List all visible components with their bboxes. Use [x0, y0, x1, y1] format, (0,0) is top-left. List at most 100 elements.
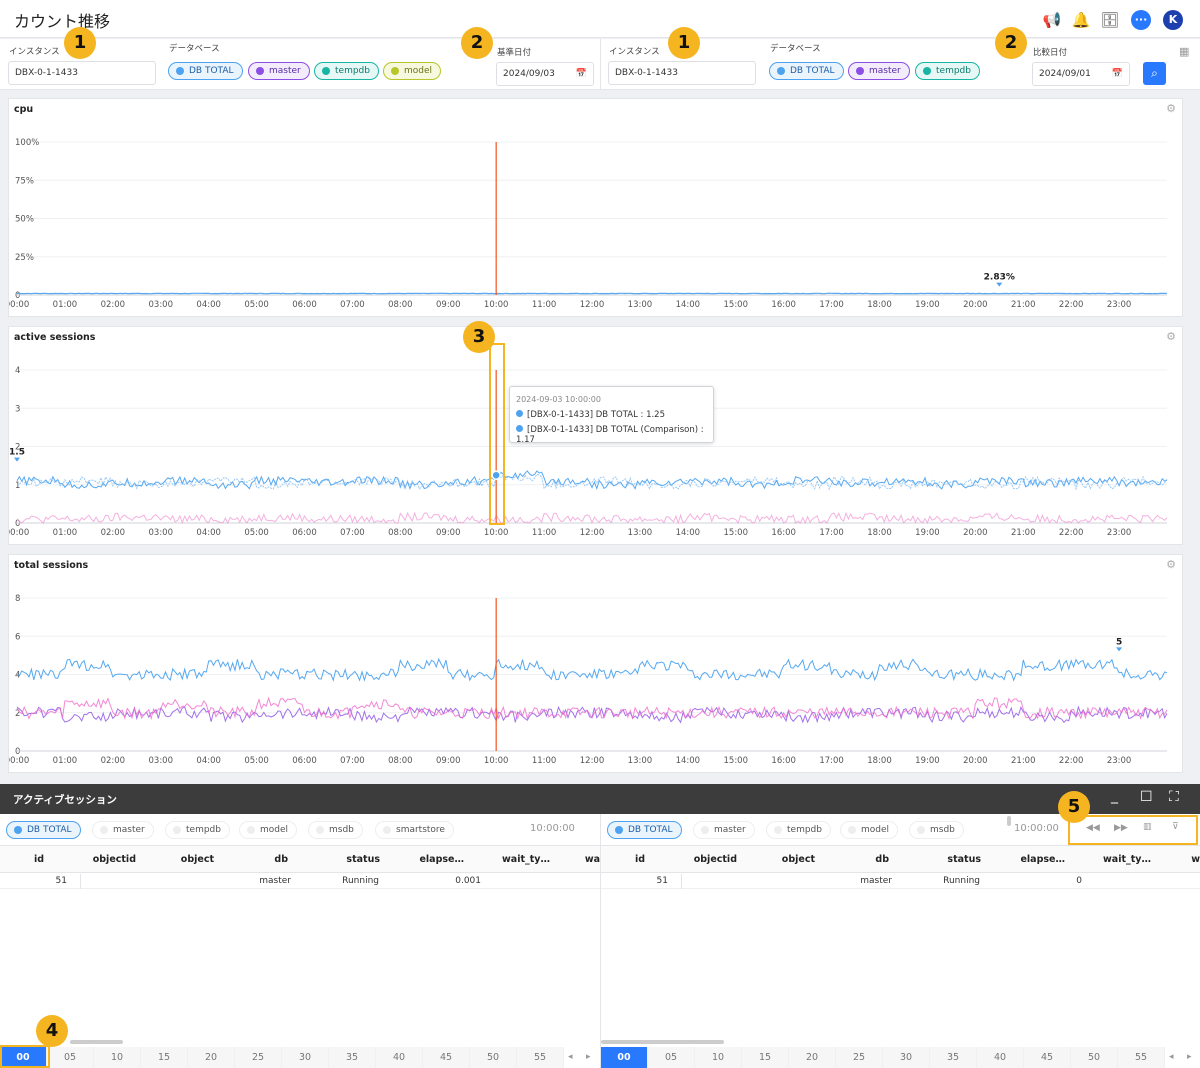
compare-instance-input[interactable]: DBX-0-1-1433 [608, 61, 756, 85]
bell-icon[interactable]: 🔔 [1071, 10, 1091, 30]
minute-tick[interactable]: 50 [1071, 1047, 1118, 1068]
col-header[interactable]: w [1161, 854, 1200, 865]
col-header[interactable]: db [831, 854, 889, 865]
tempdb-dot-icon [923, 67, 931, 75]
chat-icon[interactable]: ··· [1131, 10, 1151, 30]
minute-tick[interactable]: 35 [329, 1047, 376, 1068]
filter-chip-smartstore[interactable]: smartstore [375, 821, 454, 839]
total-sessions-chart[interactable]: 0246800:0001:0002:0003:0004:0005:0006:00… [9, 555, 1184, 774]
minute-tick[interactable]: 50 [470, 1047, 517, 1068]
filter-chip-model[interactable]: model [239, 821, 298, 839]
minute-tick[interactable]: 55 [517, 1047, 564, 1068]
megaphone-icon[interactable]: 📢 [1042, 10, 1062, 30]
filter-chip-db-total[interactable]: DB TOTAL [6, 821, 81, 839]
col-header[interactable]: db [230, 854, 288, 865]
minute-tick[interactable]: 10 [695, 1047, 742, 1068]
col-header[interactable]: elapse… [991, 854, 1065, 865]
col-header[interactable]: wait_ty… [1071, 854, 1151, 865]
compare-chip-tempdb[interactable]: tempdb [915, 62, 980, 80]
filter-chip-master[interactable]: master [92, 821, 154, 839]
cpu-chart[interactable]: 025%50%75%100%00:0001:0002:0003:0004:000… [9, 99, 1184, 318]
x-tick-label: 11:00 [532, 756, 557, 766]
x-tick-label: 18:00 [867, 756, 892, 766]
minute-tick[interactable]: 20 [789, 1047, 836, 1068]
chip-model[interactable]: model [383, 62, 442, 80]
callout-badge: 4 [36, 1015, 68, 1047]
prev-icon[interactable]: ◂ [568, 1052, 573, 1062]
col-header[interactable]: wait_ty… [470, 854, 550, 865]
layout-icon[interactable]: ▦ [1179, 45, 1189, 58]
col-header[interactable]: wa [560, 854, 600, 865]
compare-chip-db-total[interactable]: DB TOTAL [769, 62, 844, 80]
x-tick-label: 16:00 [771, 756, 796, 766]
chip-dot-icon [848, 826, 856, 834]
callout-badge: 2 [461, 27, 493, 59]
col-header[interactable]: objectid [60, 854, 136, 865]
horizontal-scrollbar[interactable] [601, 1040, 724, 1044]
minute-tick[interactable]: 00 [601, 1047, 648, 1068]
next-icon[interactable]: ▸ [1187, 1052, 1192, 1062]
prev-icon[interactable]: ◂ [1169, 1052, 1174, 1062]
calendar-icon: 📅 [575, 69, 587, 79]
horizontal-scrollbar[interactable] [70, 1040, 123, 1044]
compare-chip-master[interactable]: master [848, 62, 910, 80]
col-header[interactable]: object [751, 854, 815, 865]
tooltip-row: [DBX-0-1-1433] DB TOTAL (Comparison) : 1… [516, 425, 704, 445]
minimize-icon[interactable]: _ [1111, 788, 1118, 804]
filter-chip-tempdb[interactable]: tempdb [165, 821, 230, 839]
minute-tick[interactable]: 15 [742, 1047, 789, 1068]
instance-input[interactable]: DBX-0-1-1433 [8, 61, 156, 85]
y-tick-label: 2 [15, 709, 20, 719]
minute-tick[interactable]: 45 [423, 1047, 470, 1068]
minute-tick[interactable]: 30 [282, 1047, 329, 1068]
x-tick-label: 09:00 [436, 300, 461, 310]
x-tick-label: 12:00 [580, 756, 605, 766]
chip-scrollbar[interactable] [1007, 816, 1011, 826]
active-session-left: DB TOTAL master tempdb model msdb smarts… [0, 814, 600, 1068]
minute-tick[interactable]: 30 [883, 1047, 930, 1068]
chip-dot-icon [701, 826, 709, 834]
minute-tick[interactable]: 10 [94, 1047, 141, 1068]
tooltip-timestamp: 2024-09-03 10:00:00 [516, 395, 601, 404]
chip-master[interactable]: master [248, 62, 310, 80]
next-icon[interactable]: ▸ [586, 1052, 591, 1062]
minute-tick[interactable]: 55 [1118, 1047, 1165, 1068]
col-header[interactable]: objectid [661, 854, 737, 865]
col-header[interactable]: elapse… [390, 854, 464, 865]
filter-chip-db-total[interactable]: DB TOTAL [607, 821, 682, 839]
filter-chip-tempdb[interactable]: tempdb [766, 821, 831, 839]
filter-chip-master[interactable]: master [693, 821, 755, 839]
x-tick-label: 03:00 [149, 756, 174, 766]
minute-tick[interactable]: 40 [977, 1047, 1024, 1068]
table-row[interactable]: 51 master Running 0 [601, 874, 1200, 889]
minute-tick[interactable]: 15 [141, 1047, 188, 1068]
col-header[interactable]: id [601, 854, 645, 865]
avatar[interactable]: K [1163, 10, 1183, 30]
col-header[interactable]: object [150, 854, 214, 865]
col-header[interactable]: id [0, 854, 44, 865]
peak-label: 2.83% [984, 273, 1015, 283]
filter-chip-msdb[interactable]: msdb [909, 821, 964, 839]
minute-tick[interactable]: 45 [1024, 1047, 1071, 1068]
minute-tick[interactable]: 25 [836, 1047, 883, 1068]
chip-tempdb[interactable]: tempdb [314, 62, 379, 80]
chip-db-total[interactable]: DB TOTAL [168, 62, 243, 80]
base-date-input[interactable]: 2024/09/03 📅 [496, 62, 594, 86]
minute-tick[interactable]: 05 [648, 1047, 695, 1068]
minute-tick[interactable]: 35 [930, 1047, 977, 1068]
filter-chip-model[interactable]: model [840, 821, 899, 839]
fullscreen-icon[interactable]: ⛶ [1169, 789, 1179, 805]
x-tick-label: 02:00 [101, 300, 126, 310]
minute-tick[interactable]: 20 [188, 1047, 235, 1068]
maximize-icon[interactable]: ☐ [1140, 789, 1153, 805]
filter-chip-msdb[interactable]: msdb [308, 821, 363, 839]
col-header[interactable]: status [901, 854, 981, 865]
col-header[interactable]: status [300, 854, 380, 865]
archive-icon[interactable]: 🗄 [1100, 10, 1120, 30]
compare-date-input[interactable]: 2024/09/01 📅 [1032, 62, 1130, 86]
search-button[interactable]: ⌕ [1143, 62, 1166, 85]
table-row[interactable]: 51 master Running 0.001 [0, 874, 600, 889]
minute-tick[interactable]: 05 [47, 1047, 94, 1068]
minute-tick[interactable]: 25 [235, 1047, 282, 1068]
minute-tick[interactable]: 40 [376, 1047, 423, 1068]
